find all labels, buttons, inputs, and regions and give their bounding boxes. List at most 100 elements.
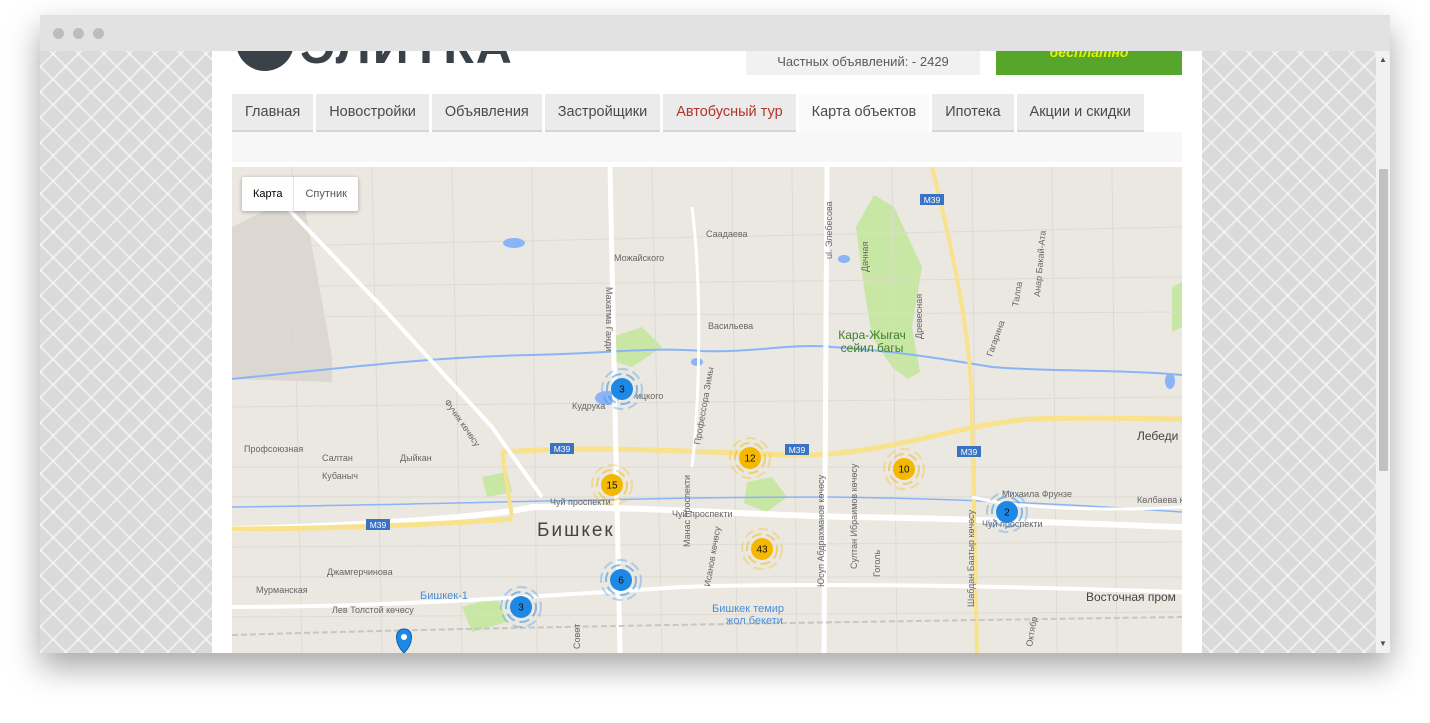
objects-map[interactable]: Карта Спутник M39 M39 M39 M39 M39 Кудрук…: [232, 167, 1182, 653]
park-patch-4: [462, 597, 507, 632]
tab-objects-map[interactable]: Карта объектов: [798, 94, 930, 132]
page-viewport: ЭЛИТКА Частных объявлений: - 2429 беспла…: [40, 51, 1390, 653]
street-label-chuy-1: Чуй проспекти: [550, 497, 610, 507]
minimize-window-dot[interactable]: [73, 28, 84, 39]
street-label-dyykan: Дыйкан: [400, 453, 432, 463]
m39-badge-1: M39: [920, 194, 944, 205]
street-label-mozhayskogo: Можайского: [614, 253, 664, 263]
scrollbar-thumb[interactable]: [1379, 169, 1388, 471]
street-label-manas: Манас проспекти: [682, 475, 692, 547]
tab-developers[interactable]: Застройщики: [544, 94, 661, 132]
street-label-dzhamgerchinova: Джамгерчинова: [327, 567, 393, 577]
street-label-sovetskaya: Совѳт: [572, 624, 582, 649]
maximize-window-dot[interactable]: [93, 28, 104, 39]
street-label-gagarina: Гагарина: [984, 319, 1006, 358]
street-label-saadaeva: Саадаева: [706, 229, 748, 239]
place-label-kara-zhygach: Кара-Жыгач: [838, 328, 906, 342]
tab-bus-tour[interactable]: Автобусный тур: [663, 94, 796, 132]
post-free-ad-button[interactable]: бесплатно: [996, 51, 1182, 75]
street-label-elebesova: ul. Элебесова: [824, 201, 834, 259]
railway: [232, 616, 1182, 636]
logo-emblem-icon: [236, 51, 294, 71]
street-label-abdrakhmanov: Юсуп Абдрахманов кѳчѳсу: [816, 474, 826, 587]
map-type-map-button[interactable]: Карта: [242, 177, 293, 211]
cluster-count: 6: [618, 576, 624, 587]
page-scrollbar[interactable]: ▲ ▼: [1376, 51, 1390, 653]
park-patch-2: [744, 477, 787, 512]
window-titlebar: [40, 15, 1390, 51]
street-label-drevesnaya: Древесная: [914, 294, 924, 339]
street-label-oktyabr: Октябр: [1024, 616, 1039, 647]
street-label-anar: Анар Бакай-Ата: [1032, 230, 1048, 297]
street-label-sultan: Султан Ибраимов кѳчѳсу: [849, 463, 859, 569]
station-label-zhol-beketi: жол бекети: [726, 615, 783, 627]
street-label-kudryka: Кудрука: [572, 401, 605, 411]
street-label-lev-tolstoy: Лев Толстой кѳчѳсу: [332, 605, 414, 615]
m39-badge-4: M39: [957, 446, 981, 457]
place-label-park: сейил багы: [841, 341, 904, 355]
street-label-murmanskaya: Мурманская: [256, 585, 308, 595]
cluster-count: 15: [606, 481, 618, 492]
street-label-makhatma: Махатма Ганди: [604, 287, 614, 351]
street-label-dachnaya: Дачная: [860, 241, 870, 272]
cluster-marker[interactable]: 12: [729, 437, 771, 479]
tab-mortgage[interactable]: Ипотека: [932, 94, 1014, 132]
cluster-marker[interactable]: 15: [591, 464, 633, 506]
private-ads-counter: Частных объявлений: - 2429: [746, 51, 980, 75]
lev-tolstoy-road: [232, 582, 1182, 609]
cluster-marker[interactable]: 3: [500, 586, 542, 628]
area-label-lebedi: Лебеди: [1137, 429, 1178, 443]
cluster-marker[interactable]: 10: [883, 448, 925, 490]
pond-5: [1165, 373, 1175, 389]
map-type-satellite-button[interactable]: Спутник: [293, 177, 357, 211]
svg-text:M39: M39: [554, 444, 571, 454]
location-pin-icon[interactable]: [396, 628, 412, 653]
logo-text: ЭЛИТКА: [300, 51, 514, 75]
street-label-shabdan: Шабдан Баатыр кѳчѳсу: [966, 509, 976, 607]
sub-nav-bar: [232, 132, 1182, 162]
cluster-marker[interactable]: 43: [741, 528, 783, 570]
street-label-kelbaeva: Кѳлбаева кѳчѳсу: [1137, 495, 1182, 505]
park-patch-5: [1172, 282, 1182, 332]
m39-east: [501, 415, 1182, 458]
park-patch-1: [612, 327, 662, 367]
city-label-bishkek: Бишкек: [537, 520, 615, 541]
map-type-control: Карта Спутник: [242, 177, 358, 211]
map-canvas[interactable]: M39 M39 M39 M39 M39 Кудрука Профсоюзная …: [232, 167, 1182, 653]
m39-badge-2: M39: [550, 443, 574, 454]
street-label-profsoyuznaya: Профсоюзная: [244, 444, 303, 454]
tab-home[interactable]: Главная: [232, 94, 314, 132]
pond-2: [838, 255, 850, 263]
street-label-talpa: Талпа: [1010, 281, 1024, 308]
station-label-bishkek-temir: Бишкек темир: [712, 603, 784, 615]
cluster-count: 3: [619, 385, 625, 396]
tab-listings[interactable]: Объявления: [431, 94, 542, 132]
area-label-east: Восточная пром: [1086, 590, 1176, 604]
street-label-gogol: Гоголь: [872, 550, 882, 577]
svg-text:M39: M39: [961, 447, 978, 457]
svg-text:M39: M39: [789, 445, 806, 455]
cluster-count: 3: [518, 603, 524, 614]
cluster-count: 43: [756, 545, 768, 556]
post-free-ad-label: бесплатно: [1049, 51, 1129, 60]
scroll-down-arrow-icon[interactable]: ▼: [1376, 637, 1390, 651]
svg-text:M39: M39: [924, 195, 941, 205]
station-label-bishkek-1: Бишкек-1: [420, 590, 468, 602]
cluster-count: 2: [1004, 508, 1010, 519]
browser-window: ЭЛИТКА Частных объявлений: - 2429 беспла…: [40, 15, 1390, 653]
pond-1: [503, 238, 525, 248]
cluster-marker[interactable]: 3: [601, 368, 643, 410]
street-label-fuchik: Фучик кѳчѳсу: [442, 397, 482, 448]
main-nav: Главная Новостройки Объявления Застройщи…: [232, 94, 1147, 132]
street-label-vasileva: Васильева: [708, 321, 753, 331]
scroll-up-arrow-icon[interactable]: ▲: [1376, 53, 1390, 67]
close-window-dot[interactable]: [53, 28, 64, 39]
tab-promotions[interactable]: Акции и скидки: [1016, 94, 1144, 132]
page-content: ЭЛИТКА Частных объявлений: - 2429 беспла…: [212, 51, 1202, 653]
street-label-ivanova: Исанов кѳчѳсу: [702, 525, 723, 587]
tab-new-buildings[interactable]: Новостройки: [316, 94, 429, 132]
cluster-marker[interactable]: 6: [600, 559, 642, 601]
m39-badge-5: M39: [366, 519, 390, 530]
cluster-count: 12: [744, 454, 756, 465]
cluster-count: 10: [898, 465, 910, 476]
